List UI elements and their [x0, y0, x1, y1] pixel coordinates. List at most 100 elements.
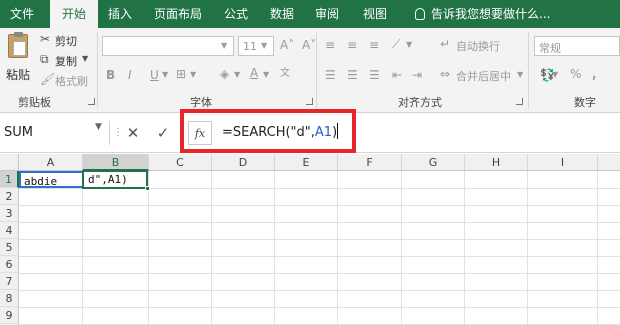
tab-home[interactable]: 开始: [50, 0, 98, 28]
gridline: [19, 273, 620, 274]
row-header-1[interactable]: 1: [0, 171, 19, 188]
row-header-3[interactable]: 3: [0, 205, 19, 222]
fill-color-icon[interactable]: ◈: [220, 67, 229, 81]
column-header-a[interactable]: A: [19, 154, 83, 171]
select-all-corner[interactable]: [0, 154, 19, 171]
tab-formulas[interactable]: 公式: [216, 0, 256, 28]
chevron-down-icon[interactable]: ▼: [517, 68, 523, 82]
alignment-launcher-icon[interactable]: [516, 98, 523, 105]
column-header-g[interactable]: G: [402, 154, 465, 171]
align-bottom-icon[interactable]: ≡: [369, 38, 379, 52]
align-right-icon[interactable]: ☰: [369, 68, 380, 82]
lightbulb-icon: [415, 8, 425, 20]
chevron-down-icon: ▼: [221, 41, 228, 50]
format-painter-icon[interactable]: 🖌: [40, 72, 55, 86]
number-format-dropdown[interactable]: 常规: [534, 36, 620, 56]
tell-me-box[interactable]: 告诉我您想要做什么...: [415, 0, 550, 28]
tab-data[interactable]: 数据: [262, 0, 302, 28]
align-middle-icon[interactable]: ≡: [347, 38, 357, 52]
column-header-d[interactable]: D: [212, 154, 275, 171]
tab-review[interactable]: 审阅: [307, 0, 347, 28]
decrease-font-icon[interactable]: A˅: [302, 38, 316, 52]
chevron-down-icon[interactable]: ▼: [82, 52, 88, 66]
row-header-8[interactable]: 8: [0, 290, 19, 307]
font-name-dropdown[interactable]: ▼: [102, 36, 234, 56]
cell-a1[interactable]: abdie: [19, 171, 83, 188]
copy-icon[interactable]: ⧉: [40, 52, 49, 66]
font-size-value: 11: [243, 40, 257, 53]
wrap-text-icon[interactable]: ↵: [440, 37, 450, 51]
gridline: [527, 171, 528, 325]
column-header-e[interactable]: E: [275, 154, 338, 171]
row-header-9[interactable]: 9: [0, 307, 19, 324]
group-divider: [97, 32, 98, 108]
chevron-down-icon[interactable]: ▼: [95, 122, 102, 132]
worksheet-grid: A B C D E F G H I 1 2 3 4 5 6 7 8 9 10 a…: [0, 154, 620, 325]
row-header-5[interactable]: 5: [0, 239, 19, 256]
chevron-down-icon[interactable]: ▼: [263, 68, 269, 82]
scissors-icon[interactable]: ✂: [40, 32, 50, 46]
tab-view[interactable]: 视图: [355, 0, 395, 28]
enter-button[interactable]: ✓: [152, 121, 174, 145]
increase-indent-icon[interactable]: ⇥: [412, 68, 422, 82]
align-left-icon[interactable]: ☰: [325, 68, 336, 82]
gridline: [19, 290, 620, 291]
chevron-down-icon[interactable]: ▼: [234, 68, 240, 82]
cut-button[interactable]: 剪切: [55, 33, 77, 49]
clipboard-icon: [8, 32, 28, 58]
tab-insert[interactable]: 插入: [100, 0, 140, 28]
orientation-icon[interactable]: ⟋: [392, 37, 400, 51]
fill-handle[interactable]: [145, 186, 150, 191]
paste-button[interactable]: 粘贴: [4, 32, 34, 88]
column-header-c[interactable]: C: [149, 154, 212, 171]
font-size-dropdown[interactable]: 11 ▼: [238, 36, 274, 56]
gridline: [148, 171, 149, 325]
borders-icon[interactable]: ⊞: [176, 67, 186, 81]
tab-page-layout[interactable]: 页面布局: [145, 0, 211, 28]
align-top-icon[interactable]: ≡: [325, 38, 335, 52]
merge-center-button[interactable]: 合并后居中: [456, 68, 511, 84]
decrease-indent-icon[interactable]: ⇤: [392, 68, 402, 82]
row-header-2[interactable]: 2: [0, 188, 19, 205]
group-divider: [528, 32, 529, 108]
chevron-down-icon[interactable]: ▼: [552, 68, 558, 82]
chevron-down-icon: ▼: [261, 41, 268, 50]
chevron-down-icon[interactable]: ▼: [162, 68, 168, 82]
chevron-down-icon[interactable]: ▼: [406, 38, 412, 52]
gridline: [274, 171, 275, 325]
wrap-text-button[interactable]: 自动换行: [456, 38, 500, 54]
row-header-6[interactable]: 6: [0, 256, 19, 273]
phonetic-icon[interactable]: 文: [280, 67, 290, 81]
group-divider: [316, 32, 317, 108]
bold-button[interactable]: B: [106, 68, 115, 82]
cell-b1-active[interactable]: d",A1): [82, 170, 148, 189]
row-header-4[interactable]: 4: [0, 222, 19, 239]
comma-style-icon[interactable]: ,: [592, 67, 597, 81]
gridline: [19, 222, 620, 223]
tab-file[interactable]: 文件: [0, 0, 44, 28]
gridline: [19, 256, 620, 257]
merge-center-icon[interactable]: ⇔: [440, 67, 450, 81]
column-header-f[interactable]: F: [338, 154, 402, 171]
tell-me-text: 告诉我您想要做什么...: [431, 7, 551, 21]
name-box[interactable]: SUM: [0, 121, 110, 145]
format-painter-button[interactable]: 格式刷: [55, 73, 88, 89]
ribbon-tab-bar: 文件 开始 插入 页面布局 公式 数据 审阅 视图 告诉我您想要做什么...: [0, 0, 620, 28]
chevron-down-icon[interactable]: ▼: [190, 68, 196, 82]
copy-button[interactable]: 复制: [55, 53, 77, 69]
align-center-icon[interactable]: ☰: [347, 68, 358, 82]
column-header-b[interactable]: B: [83, 154, 149, 171]
font-launcher-icon[interactable]: [306, 98, 313, 105]
percent-icon[interactable]: %: [570, 67, 581, 81]
row-header-7[interactable]: 7: [0, 273, 19, 290]
gridline: [597, 171, 598, 325]
font-color-icon[interactable]: A: [250, 66, 258, 80]
gridline: [19, 205, 620, 206]
italic-button[interactable]: I: [128, 68, 132, 82]
column-header-h[interactable]: H: [465, 154, 528, 171]
cancel-button[interactable]: ✕: [122, 121, 144, 145]
increase-font-icon[interactable]: A˄: [280, 38, 294, 52]
clipboard-launcher-icon[interactable]: [88, 98, 95, 105]
column-header-i[interactable]: I: [528, 154, 598, 171]
underline-button[interactable]: U: [150, 68, 159, 82]
